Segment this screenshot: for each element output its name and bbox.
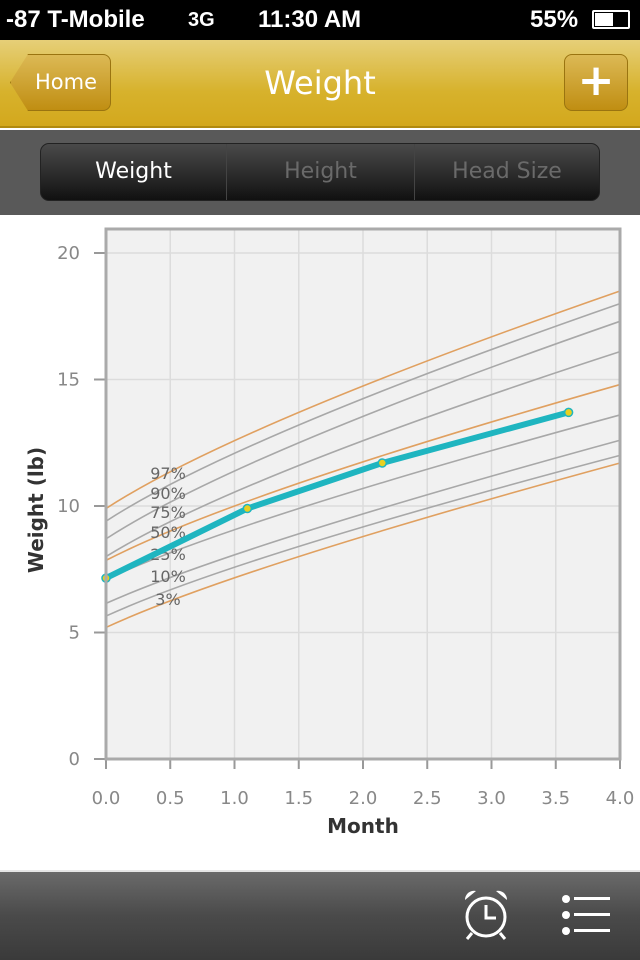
weight-data-point [377,458,388,468]
battery-percent: 55% [530,6,579,33]
percentile-label: 90% [150,484,186,503]
y-tick-label: 20 [57,243,80,264]
y-tick-label: 10 [57,496,80,517]
weight-data-point [563,407,574,418]
percentile-label: 75% [150,503,186,522]
tab-weight[interactable]: Weight [41,144,226,200]
percentile-label: 3% [155,590,180,609]
clock: 11:30 AM [258,6,362,33]
weight-data-point [242,503,253,514]
segmented-control: Weight Height Head Size [40,143,600,201]
x-tick-label: 4.0 [606,788,635,809]
x-tick-label: 0.0 [92,788,121,809]
x-tick-label: 2.5 [413,788,442,809]
x-tick-label: 1.0 [220,788,249,809]
y-tick-label: 15 [57,370,80,391]
battery-icon [592,10,630,29]
x-tick-label: 3.5 [541,788,570,809]
alarm-clock-icon[interactable] [460,886,512,942]
growth-chart: 0.0 0.5 1.0 1.5 2.0 2.5 3.0 3.5 4.0 0 5 10 15 20 97%90… [0,215,640,872]
x-tick-label: 3.0 [477,788,506,809]
page-title: Weight [264,64,376,102]
bottom-toolbar [0,872,640,960]
percentile-label: 10% [150,567,186,586]
navigation-bar: Home Weight + [0,40,640,128]
carrier: -87 T-Mobile [6,6,145,33]
x-tick-label: 2.0 [349,788,378,809]
list-icon[interactable] [560,894,612,936]
segment-bar: Weight Height Head Size [0,130,640,215]
add-button[interactable]: + [564,54,628,111]
y-tick-label: 5 [69,623,80,644]
x-axis-label: Month [327,814,399,838]
network-type: 3G [188,9,215,31]
x-tick-label: 1.5 [284,788,313,809]
tab-height[interactable]: Height [226,144,414,200]
percentile-label: 97% [150,464,186,483]
status-bar: -87 T-Mobile 3G 11:30 AM 55% [0,0,640,40]
y-axis-label: Weight (lb) [24,447,48,573]
x-tick-label: 0.5 [156,788,185,809]
tab-head-size[interactable]: Head Size [414,144,599,200]
y-tick-label: 0 [69,749,80,770]
